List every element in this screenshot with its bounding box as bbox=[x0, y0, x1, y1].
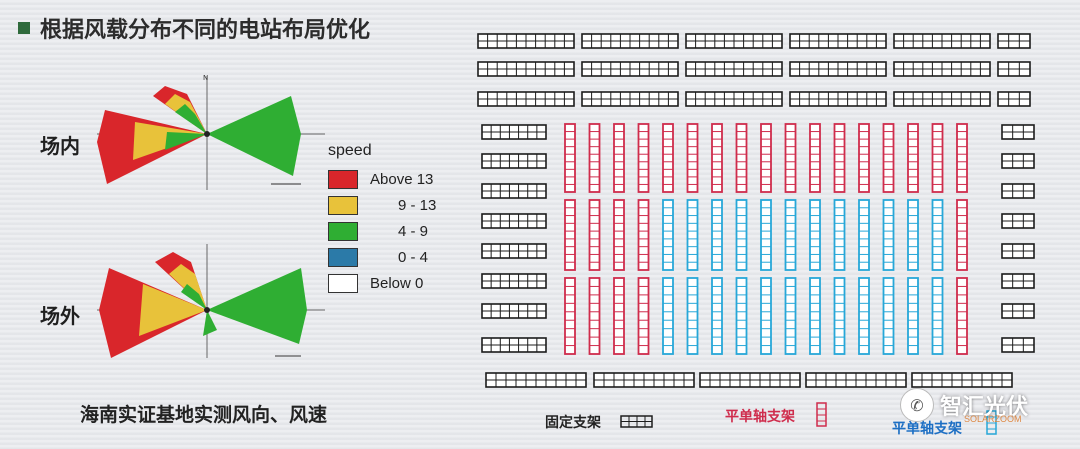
tracker-row-red bbox=[784, 123, 797, 193]
tracker-row-red bbox=[564, 123, 576, 193]
tracker-row-blue bbox=[809, 277, 821, 355]
tracker-row-red bbox=[637, 199, 650, 271]
tracker-row-blue bbox=[711, 277, 723, 355]
fixed-bracket-label: 固定支架 bbox=[545, 415, 601, 431]
watermark: ✆ 智汇光伏 SOLARZOOM bbox=[900, 388, 1028, 424]
tracker-row-blue bbox=[662, 277, 674, 355]
tracker-row-red bbox=[613, 199, 625, 271]
tracker-row-red bbox=[956, 123, 968, 193]
tracker-row-red bbox=[711, 123, 723, 193]
tracker-row-blue bbox=[882, 199, 895, 271]
tracker-row-red bbox=[564, 199, 576, 271]
tracker-row-red bbox=[686, 123, 699, 193]
tracker-row-blue bbox=[735, 199, 748, 271]
tracker-row-red bbox=[637, 277, 650, 355]
plant-layout-diagram bbox=[477, 33, 1035, 388]
tracker-row-blue bbox=[809, 199, 821, 271]
tracker-row-blue bbox=[686, 277, 699, 355]
tracker-row-red bbox=[760, 123, 772, 193]
tracker-row-blue bbox=[858, 199, 870, 271]
tracker-row-blue bbox=[735, 277, 748, 355]
tracker-row-red bbox=[564, 277, 576, 355]
tracker-row-blue bbox=[686, 199, 699, 271]
tracker-row-red bbox=[662, 123, 674, 193]
tracker-row-red bbox=[588, 123, 601, 193]
tracker-row-blue bbox=[907, 277, 919, 355]
tracker-row-blue bbox=[858, 277, 870, 355]
tracker-row-blue bbox=[662, 199, 674, 271]
tracker-red-icon bbox=[816, 402, 827, 427]
tracker-row-red bbox=[833, 123, 846, 193]
tracker-row-red bbox=[735, 123, 748, 193]
tracker-row-red bbox=[613, 123, 625, 193]
tracker-row-blue bbox=[760, 199, 772, 271]
tracker-row-red bbox=[637, 123, 650, 193]
tracker-row-blue bbox=[784, 199, 797, 271]
tracker-row-blue bbox=[907, 199, 919, 271]
tracker-row-blue bbox=[760, 277, 772, 355]
tracker-row-red bbox=[907, 123, 919, 193]
tracker-row-blue bbox=[931, 277, 944, 355]
tracker-row-red bbox=[588, 199, 601, 271]
tracker-row-blue bbox=[833, 277, 846, 355]
tracker-row-red bbox=[809, 123, 821, 193]
tracker-label-red: 平单轴支架 bbox=[725, 409, 795, 425]
tracker-row-red bbox=[956, 199, 968, 271]
tracker-row-blue bbox=[931, 199, 944, 271]
tracker-row-red bbox=[588, 277, 601, 355]
tracker-row-red bbox=[956, 277, 968, 355]
tracker-row-red bbox=[858, 123, 870, 193]
tracker-row-red bbox=[613, 277, 625, 355]
tracker-row-blue bbox=[711, 199, 723, 271]
tracker-row-blue bbox=[784, 277, 797, 355]
tracker-row-red bbox=[931, 123, 944, 193]
wechat-icon: ✆ bbox=[900, 388, 934, 422]
tracker-row-blue bbox=[882, 277, 895, 355]
tracker-row-red bbox=[882, 123, 895, 193]
fixed-bracket-icon bbox=[620, 415, 653, 428]
watermark-sub: SOLARZOOM bbox=[964, 414, 1022, 424]
tracker-row-blue bbox=[833, 199, 846, 271]
